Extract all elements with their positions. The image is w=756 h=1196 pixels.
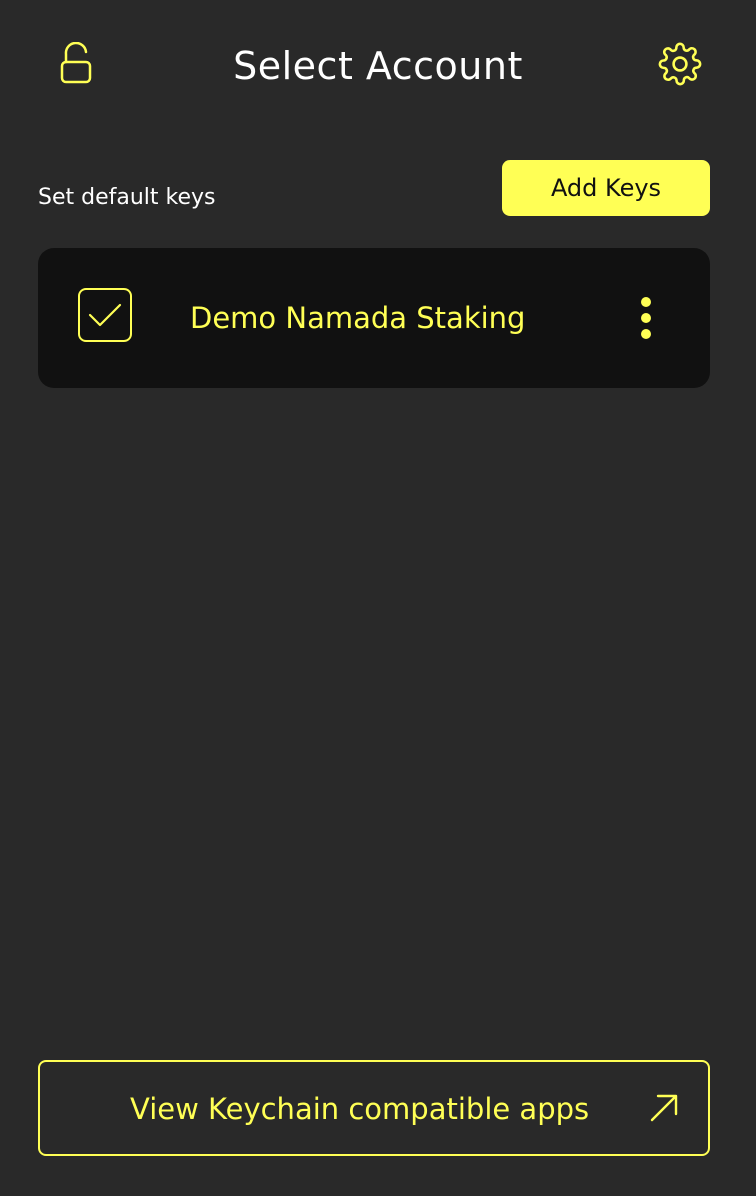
checkmark-icon bbox=[88, 303, 122, 327]
gear-icon bbox=[658, 42, 702, 86]
add-keys-button[interactable]: Add Keys bbox=[502, 160, 710, 216]
page-title: Select Account bbox=[233, 44, 523, 88]
account-menu-button[interactable] bbox=[628, 292, 664, 344]
vertical-ellipsis-icon bbox=[641, 297, 651, 307]
view-keychain-apps-button[interactable]: View Keychain compatible apps bbox=[38, 1060, 710, 1156]
settings-button[interactable] bbox=[656, 40, 704, 88]
account-name: Demo Namada Staking bbox=[190, 301, 526, 335]
view-keychain-apps-label: View Keychain compatible apps bbox=[130, 1092, 590, 1126]
set-default-keys-label: Set default keys bbox=[38, 185, 216, 210]
vertical-ellipsis-icon bbox=[641, 329, 651, 339]
external-arrow-icon bbox=[650, 1094, 678, 1122]
vertical-ellipsis-icon bbox=[641, 313, 651, 323]
account-card[interactable]: Demo Namada Staking bbox=[38, 248, 710, 388]
account-checkbox[interactable] bbox=[78, 288, 132, 342]
select-account-page: Select Account Set default keys Add Keys… bbox=[0, 0, 756, 1196]
